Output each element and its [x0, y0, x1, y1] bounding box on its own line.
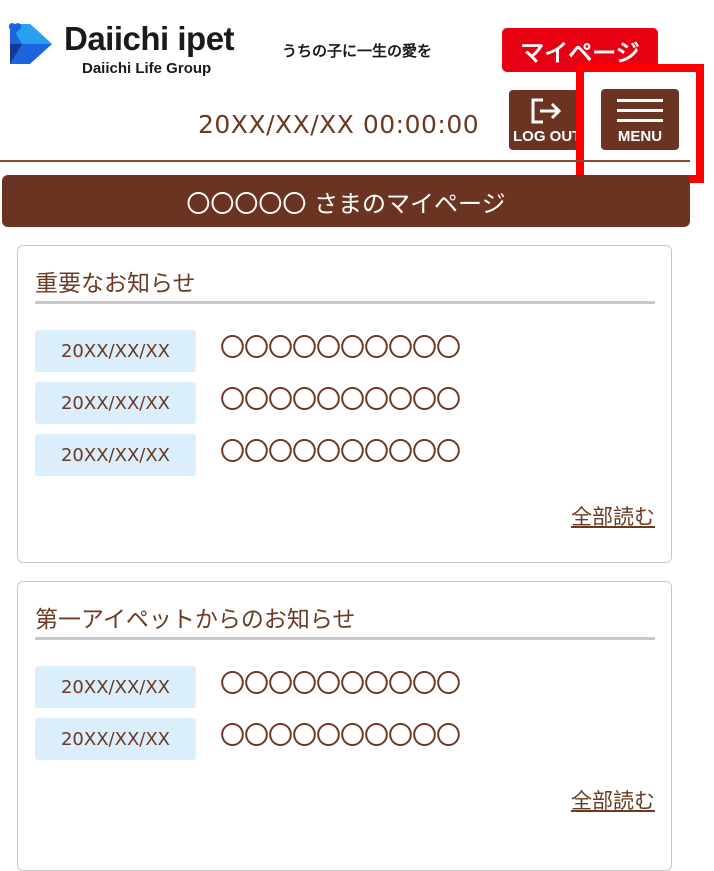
news-title[interactable]: 〇〇〇〇〇〇〇〇〇〇 [220, 327, 461, 369]
company-notices-card: 第一アイペットからのお知らせ 20XX/XX/XX 〇〇〇〇〇〇〇〇〇〇 20X… [17, 581, 672, 871]
important-notices-card: 重要なお知らせ 20XX/XX/XX 〇〇〇〇〇〇〇〇〇〇 20XX/XX/XX… [17, 245, 672, 563]
logout-arrow-icon [531, 98, 562, 124]
logout-label: LOG OUT [513, 128, 579, 145]
important-notices-title: 重要なお知らせ [35, 271, 196, 297]
news-title[interactable]: 〇〇〇〇〇〇〇〇〇〇 [220, 379, 461, 421]
logo[interactable]: Daiichi ipet Daiichi Life Group [8, 18, 248, 82]
logo-name: Daiichi ipet [64, 20, 235, 57]
news-title[interactable]: 〇〇〇〇〇〇〇〇〇〇 [220, 663, 461, 705]
menu-highlight-box [576, 64, 704, 183]
section-divider [35, 637, 655, 640]
news-date: 20XX/XX/XX [35, 666, 196, 708]
news-date: 20XX/XX/XX [35, 382, 196, 424]
news-title[interactable]: 〇〇〇〇〇〇〇〇〇〇 [220, 431, 461, 473]
news-date: 20XX/XX/XX [35, 434, 196, 476]
read-all-link[interactable]: 全部読む [571, 785, 655, 815]
company-notices-title: 第一アイペットからのお知らせ [35, 607, 356, 633]
news-title[interactable]: 〇〇〇〇〇〇〇〇〇〇 [220, 715, 461, 757]
logout-button[interactable]: LOG OUT [509, 90, 579, 150]
page-title-bar: 〇〇〇〇〇 さまのマイページ [2, 175, 690, 227]
read-all-link[interactable]: 全部読む [571, 501, 655, 531]
current-datetime: 20XX/XX/XX 00:00:00 [198, 110, 480, 139]
section-divider [35, 301, 655, 304]
page-title: 〇〇〇〇〇 さまのマイページ [186, 189, 506, 218]
header: Daiichi ipet Daiichi Life Group うちの子に一生の… [0, 0, 714, 183]
news-date: 20XX/XX/XX [35, 718, 196, 760]
header-divider [0, 160, 690, 162]
news-date: 20XX/XX/XX [35, 330, 196, 372]
mypage-button-label: マイページ [520, 38, 640, 67]
logo-subname: Daiichi Life Group [82, 60, 212, 77]
tagline: うちの子に一生の愛を [282, 42, 433, 60]
heart-icon [8, 23, 22, 34]
